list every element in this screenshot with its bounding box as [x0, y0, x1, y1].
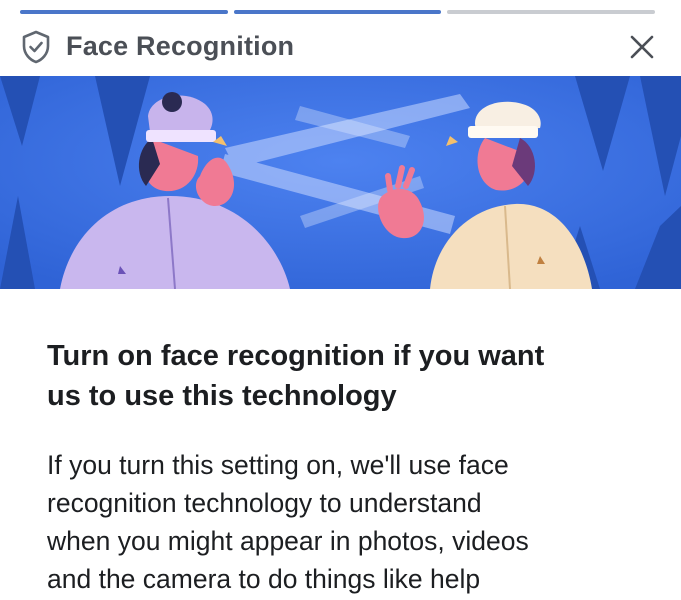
close-icon[interactable] — [628, 33, 656, 61]
progress-segment-1 — [20, 10, 228, 14]
shield-check-icon — [22, 30, 50, 64]
header: Face Recognition — [0, 18, 681, 76]
progress-segment-3 — [447, 10, 656, 14]
headline: Turn on face recognition if you want us … — [47, 336, 647, 416]
description-line: and the camera to do things like help — [47, 564, 481, 594]
description-line: recognition technology to understand — [47, 488, 482, 518]
progress-segment-2 — [233, 10, 442, 14]
description-line: If you turn this setting on, we'll use f… — [47, 450, 509, 480]
page-title: Face Recognition — [66, 31, 295, 61]
step-progress — [20, 10, 656, 14]
headline-line: us to use this technology — [47, 380, 397, 412]
headline-line: Turn on face recognition if you want — [47, 340, 545, 372]
description: If you turn this setting on, we'll use f… — [47, 446, 647, 598]
face-recognition-screen: Face Recognition Turn on face recognitio… — [0, 0, 681, 600]
description-line: when you might appear in photos, videos — [47, 526, 529, 556]
two-people-face-scan-illustration — [0, 76, 681, 289]
